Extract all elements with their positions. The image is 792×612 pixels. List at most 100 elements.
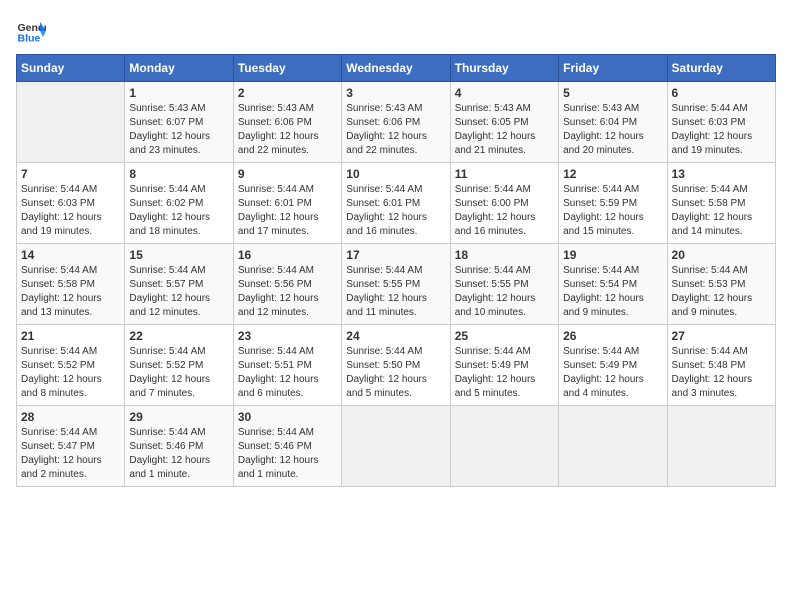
day-info: Sunrise: 5:44 AM Sunset: 6:01 PM Dayligh…: [346, 183, 445, 239]
day-info: Sunrise: 5:44 AM Sunset: 5:50 PM Dayligh…: [346, 345, 445, 401]
day-number: 10: [346, 167, 445, 181]
calendar-cell: 20 Sunrise: 5:44 AM Sunset: 5:53 PM Dayli…: [667, 244, 775, 325]
day-number: 1: [129, 86, 228, 100]
calendar-cell: 22 Sunrise: 5:44 AM Sunset: 5:52 PM Dayli…: [125, 325, 233, 406]
day-info: Sunrise: 5:44 AM Sunset: 5:52 PM Dayligh…: [21, 345, 120, 401]
calendar-cell: 23 Sunrise: 5:44 AM Sunset: 5:51 PM Dayli…: [233, 325, 341, 406]
weekday-header: Friday: [559, 55, 667, 82]
day-number: 11: [455, 167, 554, 181]
calendar-cell: 10 Sunrise: 5:44 AM Sunset: 6:01 PM Dayli…: [342, 163, 450, 244]
calendar-cell: 1 Sunrise: 5:43 AM Sunset: 6:07 PM Daylig…: [125, 82, 233, 163]
logo-icon: General Blue: [16, 16, 46, 46]
weekday-header: Tuesday: [233, 55, 341, 82]
day-info: Sunrise: 5:44 AM Sunset: 5:52 PM Dayligh…: [129, 345, 228, 401]
day-number: 12: [563, 167, 662, 181]
day-info: Sunrise: 5:44 AM Sunset: 5:59 PM Dayligh…: [563, 183, 662, 239]
day-number: 26: [563, 329, 662, 343]
calendar-header: SundayMondayTuesdayWednesdayThursdayFrid…: [17, 55, 776, 82]
calendar-cell: 29 Sunrise: 5:44 AM Sunset: 5:46 PM Dayli…: [125, 406, 233, 487]
day-number: 8: [129, 167, 228, 181]
calendar-cell: [450, 406, 558, 487]
day-number: 3: [346, 86, 445, 100]
day-info: Sunrise: 5:44 AM Sunset: 5:48 PM Dayligh…: [672, 345, 771, 401]
day-number: 24: [346, 329, 445, 343]
weekday-header: Thursday: [450, 55, 558, 82]
day-number: 7: [21, 167, 120, 181]
day-number: 28: [21, 410, 120, 424]
day-info: Sunrise: 5:44 AM Sunset: 5:46 PM Dayligh…: [129, 426, 228, 482]
day-info: Sunrise: 5:44 AM Sunset: 5:49 PM Dayligh…: [455, 345, 554, 401]
calendar-cell: 12 Sunrise: 5:44 AM Sunset: 5:59 PM Dayli…: [559, 163, 667, 244]
calendar-cell: 27Sunrise: 5:44 AM Sunset: 5:48 PM Dayli…: [667, 325, 775, 406]
day-number: 30: [238, 410, 337, 424]
calendar-cell: 11 Sunrise: 5:44 AM Sunset: 6:00 PM Dayli…: [450, 163, 558, 244]
day-info: Sunrise: 5:44 AM Sunset: 5:55 PM Dayligh…: [346, 264, 445, 320]
day-info: Sunrise: 5:44 AM Sunset: 6:00 PM Dayligh…: [455, 183, 554, 239]
calendar-cell: 16Sunrise: 5:44 AM Sunset: 5:56 PM Dayli…: [233, 244, 341, 325]
day-number: 21: [21, 329, 120, 343]
day-info: Sunrise: 5:43 AM Sunset: 6:06 PM Dayligh…: [238, 102, 337, 158]
calendar-cell: 24 Sunrise: 5:44 AM Sunset: 5:50 PM Dayli…: [342, 325, 450, 406]
day-number: 15: [129, 248, 228, 262]
day-info: Sunrise: 5:44 AM Sunset: 5:57 PM Dayligh…: [129, 264, 228, 320]
calendar-cell: 25Sunrise: 5:44 AM Sunset: 5:49 PM Dayli…: [450, 325, 558, 406]
logo: General Blue: [16, 16, 50, 46]
day-number: 2: [238, 86, 337, 100]
weekday-header: Wednesday: [342, 55, 450, 82]
day-number: 20: [672, 248, 771, 262]
day-info: Sunrise: 5:43 AM Sunset: 6:04 PM Dayligh…: [563, 102, 662, 158]
weekday-header: Saturday: [667, 55, 775, 82]
day-number: 23: [238, 329, 337, 343]
day-info: Sunrise: 5:44 AM Sunset: 5:53 PM Dayligh…: [672, 264, 771, 320]
day-number: 18: [455, 248, 554, 262]
page-header: General Blue: [16, 16, 776, 46]
calendar-cell: 9 Sunrise: 5:44 AM Sunset: 6:01 PM Daylig…: [233, 163, 341, 244]
day-number: 4: [455, 86, 554, 100]
calendar-cell: 14 Sunrise: 5:44 AM Sunset: 5:58 PM Dayli…: [17, 244, 125, 325]
calendar-cell: 6 Sunrise: 5:44 AM Sunset: 6:03 PM Daylig…: [667, 82, 775, 163]
day-info: Sunrise: 5:43 AM Sunset: 6:06 PM Dayligh…: [346, 102, 445, 158]
day-info: Sunrise: 5:44 AM Sunset: 5:49 PM Dayligh…: [563, 345, 662, 401]
weekday-header: Sunday: [17, 55, 125, 82]
calendar-body: 1 Sunrise: 5:43 AM Sunset: 6:07 PM Daylig…: [17, 82, 776, 487]
day-number: 6: [672, 86, 771, 100]
day-info: Sunrise: 5:43 AM Sunset: 6:05 PM Dayligh…: [455, 102, 554, 158]
calendar-cell: 26 Sunrise: 5:44 AM Sunset: 5:49 PM Dayli…: [559, 325, 667, 406]
day-info: Sunrise: 5:44 AM Sunset: 6:03 PM Dayligh…: [672, 102, 771, 158]
day-info: Sunrise: 5:44 AM Sunset: 5:47 PM Dayligh…: [21, 426, 120, 482]
calendar-cell: 15 Sunrise: 5:44 AM Sunset: 5:57 PM Dayli…: [125, 244, 233, 325]
calendar-cell: 28 Sunrise: 5:44 AM Sunset: 5:47 PM Dayli…: [17, 406, 125, 487]
day-number: 5: [563, 86, 662, 100]
calendar-cell: 13 Sunrise: 5:44 AM Sunset: 5:58 PM Dayli…: [667, 163, 775, 244]
calendar-cell: 21 Sunrise: 5:44 AM Sunset: 5:52 PM Dayli…: [17, 325, 125, 406]
day-info: Sunrise: 5:44 AM Sunset: 6:03 PM Dayligh…: [21, 183, 120, 239]
day-info: Sunrise: 5:44 AM Sunset: 5:54 PM Dayligh…: [563, 264, 662, 320]
day-info: Sunrise: 5:44 AM Sunset: 5:58 PM Dayligh…: [21, 264, 120, 320]
day-info: Sunrise: 5:44 AM Sunset: 5:51 PM Dayligh…: [238, 345, 337, 401]
svg-text:Blue: Blue: [18, 33, 41, 45]
calendar-cell: 2 Sunrise: 5:43 AM Sunset: 6:06 PM Daylig…: [233, 82, 341, 163]
calendar-cell: 5 Sunrise: 5:43 AM Sunset: 6:04 PM Daylig…: [559, 82, 667, 163]
calendar-cell: [667, 406, 775, 487]
day-info: Sunrise: 5:43 AM Sunset: 6:07 PM Dayligh…: [129, 102, 228, 158]
calendar-cell: [17, 82, 125, 163]
day-number: 13: [672, 167, 771, 181]
day-info: Sunrise: 5:44 AM Sunset: 6:01 PM Dayligh…: [238, 183, 337, 239]
calendar-cell: 17Sunrise: 5:44 AM Sunset: 5:55 PM Dayli…: [342, 244, 450, 325]
day-info: Sunrise: 5:44 AM Sunset: 5:58 PM Dayligh…: [672, 183, 771, 239]
day-number: 22: [129, 329, 228, 343]
day-info: Sunrise: 5:44 AM Sunset: 6:02 PM Dayligh…: [129, 183, 228, 239]
calendar-cell: 7 Sunrise: 5:44 AM Sunset: 6:03 PM Daylig…: [17, 163, 125, 244]
weekday-header: Monday: [125, 55, 233, 82]
calendar-cell: 19 Sunrise: 5:44 AM Sunset: 5:54 PM Dayli…: [559, 244, 667, 325]
day-number: 29: [129, 410, 228, 424]
day-number: 16: [238, 248, 337, 262]
calendar-cell: 3 Sunrise: 5:43 AM Sunset: 6:06 PM Daylig…: [342, 82, 450, 163]
day-number: 19: [563, 248, 662, 262]
calendar-cell: 8 Sunrise: 5:44 AM Sunset: 6:02 PM Daylig…: [125, 163, 233, 244]
day-number: 14: [21, 248, 120, 262]
day-info: Sunrise: 5:44 AM Sunset: 5:46 PM Dayligh…: [238, 426, 337, 482]
calendar-cell: 30 Sunrise: 5:44 AM Sunset: 5:46 PM Dayli…: [233, 406, 341, 487]
calendar-cell: [342, 406, 450, 487]
day-number: 9: [238, 167, 337, 181]
